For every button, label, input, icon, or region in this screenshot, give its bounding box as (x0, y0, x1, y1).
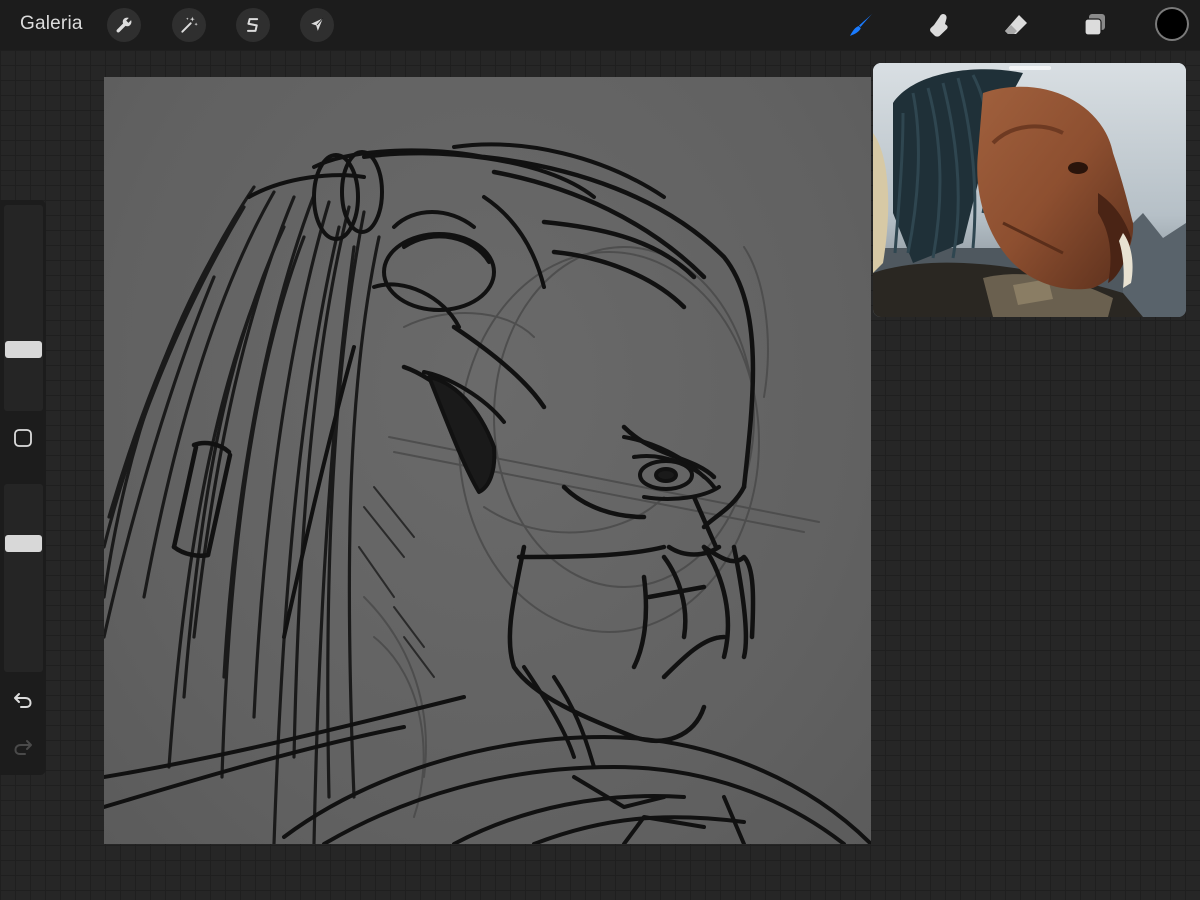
actions-button[interactable] (107, 8, 141, 42)
layers-icon (1084, 14, 1105, 36)
arrow-cursor-icon (311, 18, 324, 31)
adjustments-button[interactable] (172, 8, 206, 42)
eraser-button[interactable] (999, 8, 1033, 42)
redo-arrow-icon[interactable] (12, 736, 34, 758)
gallery-button[interactable]: Galeria (20, 11, 83, 37)
reference-photo (873, 63, 1186, 317)
left-sidebar (0, 200, 46, 775)
brush-size-slider[interactable] (4, 205, 43, 411)
transform-button[interactable] (300, 8, 334, 42)
top-toolbar: Galeria (0, 0, 1200, 50)
brush-opacity-handle[interactable] (5, 535, 42, 552)
smudge-finger-icon (930, 14, 948, 37)
brush-size-handle[interactable] (5, 341, 42, 358)
selection-s-icon (247, 18, 259, 32)
undo-arrow-icon[interactable] (12, 689, 34, 711)
wrench-icon (116, 17, 132, 33)
selection-button[interactable] (236, 8, 270, 42)
brush-icon (850, 13, 873, 36)
eraser-icon (1005, 15, 1027, 34)
magic-wand-icon (181, 16, 198, 33)
reference-window-grabber[interactable] (1009, 66, 1051, 70)
brush-button[interactable] (845, 8, 879, 42)
square-icon[interactable] (13, 428, 33, 448)
color-picker-button[interactable] (1157, 9, 1187, 39)
smudge-button[interactable] (922, 8, 956, 42)
layers-button[interactable] (1078, 8, 1112, 42)
drawing-canvas[interactable] (104, 77, 871, 844)
sketch-artwork (104, 142, 871, 844)
reference-image-window[interactable] (873, 63, 1186, 317)
brush-opacity-slider[interactable] (4, 484, 43, 672)
